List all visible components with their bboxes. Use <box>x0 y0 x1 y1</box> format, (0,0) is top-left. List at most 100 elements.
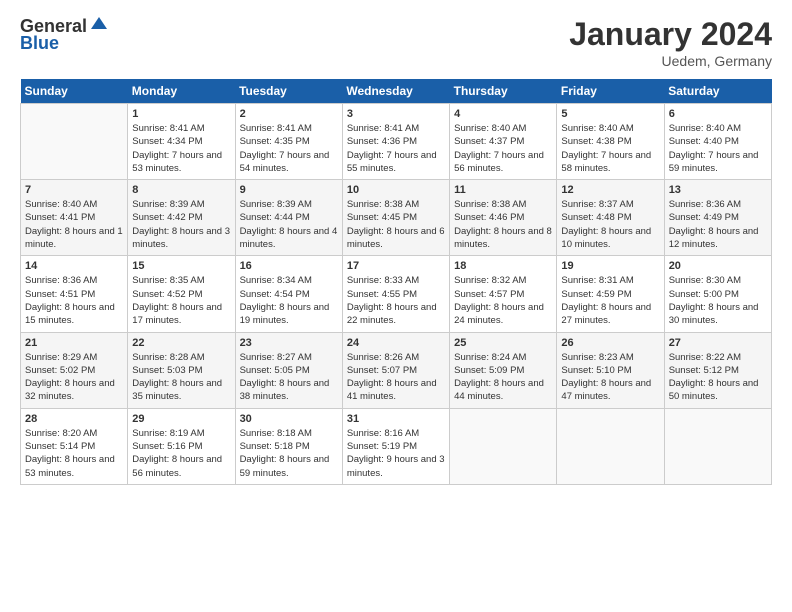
day-info: Sunrise: 8:38 AM Sunset: 4:46 PM Dayligh… <box>454 198 552 251</box>
day-info: Sunrise: 8:16 AM Sunset: 5:19 PM Dayligh… <box>347 427 445 480</box>
day-info: Sunrise: 8:31 AM Sunset: 4:59 PM Dayligh… <box>561 274 659 327</box>
day-cell: 26 Sunrise: 8:23 AM Sunset: 5:10 PM Dayli… <box>557 332 664 408</box>
day-cell: 11 Sunrise: 8:38 AM Sunset: 4:46 PM Dayli… <box>450 180 557 256</box>
day-info: Sunrise: 8:23 AM Sunset: 5:10 PM Dayligh… <box>561 351 659 404</box>
title-block: January 2024 Uedem, Germany <box>569 16 772 69</box>
day-cell: 3Sunrise: 8:41 AM Sunset: 4:36 PM Daylig… <box>342 104 449 180</box>
day-number: 15 <box>132 260 230 272</box>
col-friday: Friday <box>557 79 664 104</box>
day-info: Sunrise: 8:28 AM Sunset: 5:03 PM Dayligh… <box>132 351 230 404</box>
day-number: 18 <box>454 260 552 272</box>
day-number: 29 <box>132 413 230 425</box>
day-cell <box>557 408 664 484</box>
day-info: Sunrise: 8:41 AM Sunset: 4:34 PM Dayligh… <box>132 122 230 175</box>
month-title: January 2024 <box>569 16 772 53</box>
day-cell: 12 Sunrise: 8:37 AM Sunset: 4:48 PM Dayli… <box>557 180 664 256</box>
day-cell: 21 Sunrise: 8:29 AM Sunset: 5:02 PM Dayli… <box>21 332 128 408</box>
page-container: General Blue January 2024 Uedem, Germany… <box>0 0 792 497</box>
day-cell: 16 Sunrise: 8:34 AM Sunset: 4:54 PM Dayli… <box>235 256 342 332</box>
day-number: 19 <box>561 260 659 272</box>
day-cell: 10 Sunrise: 8:38 AM Sunset: 4:45 PM Dayli… <box>342 180 449 256</box>
day-cell: 15 Sunrise: 8:35 AM Sunset: 4:52 PM Dayli… <box>128 256 235 332</box>
day-info: Sunrise: 8:41 AM Sunset: 4:36 PM Dayligh… <box>347 122 445 175</box>
day-info: Sunrise: 8:40 AM Sunset: 4:37 PM Dayligh… <box>454 122 552 175</box>
day-info: Sunrise: 8:37 AM Sunset: 4:48 PM Dayligh… <box>561 198 659 251</box>
col-monday: Monday <box>128 79 235 104</box>
day-info: Sunrise: 8:32 AM Sunset: 4:57 PM Dayligh… <box>454 274 552 327</box>
col-sunday: Sunday <box>21 79 128 104</box>
day-cell: 5 Sunrise: 8:40 AM Sunset: 4:38 PM Daylig… <box>557 104 664 180</box>
day-number: 11 <box>454 184 552 196</box>
week-row-1: 1 Sunrise: 8:41 AM Sunset: 4:34 PM Daylig… <box>21 104 772 180</box>
day-number: 14 <box>25 260 123 272</box>
day-info: Sunrise: 8:38 AM Sunset: 4:45 PM Dayligh… <box>347 198 445 251</box>
day-cell: 27 Sunrise: 8:22 AM Sunset: 5:12 PM Dayli… <box>664 332 771 408</box>
col-thursday: Thursday <box>450 79 557 104</box>
day-number: 20 <box>669 260 767 272</box>
day-cell: 8Sunrise: 8:39 AM Sunset: 4:42 PM Daylig… <box>128 180 235 256</box>
day-info: Sunrise: 8:19 AM Sunset: 5:16 PM Dayligh… <box>132 427 230 480</box>
day-info: Sunrise: 8:36 AM Sunset: 4:51 PM Dayligh… <box>25 274 123 327</box>
day-number: 17 <box>347 260 445 272</box>
day-cell: 29 Sunrise: 8:19 AM Sunset: 5:16 PM Dayli… <box>128 408 235 484</box>
day-number: 30 <box>240 413 338 425</box>
day-cell: 6 Sunrise: 8:40 AM Sunset: 4:40 PM Daylig… <box>664 104 771 180</box>
day-number: 26 <box>561 337 659 349</box>
day-number: 28 <box>25 413 123 425</box>
day-info: Sunrise: 8:22 AM Sunset: 5:12 PM Dayligh… <box>669 351 767 404</box>
day-info: Sunrise: 8:27 AM Sunset: 5:05 PM Dayligh… <box>240 351 338 404</box>
day-info: Sunrise: 8:35 AM Sunset: 4:52 PM Dayligh… <box>132 274 230 327</box>
location-title: Uedem, Germany <box>569 53 772 69</box>
day-cell: 9 Sunrise: 8:39 AM Sunset: 4:44 PM Daylig… <box>235 180 342 256</box>
day-info: Sunrise: 8:34 AM Sunset: 4:54 PM Dayligh… <box>240 274 338 327</box>
day-info: Sunrise: 8:20 AM Sunset: 5:14 PM Dayligh… <box>25 427 123 480</box>
logo-triangle-icon <box>91 15 107 36</box>
day-number: 7 <box>25 184 123 196</box>
day-info: Sunrise: 8:26 AM Sunset: 5:07 PM Dayligh… <box>347 351 445 404</box>
day-number: 5 <box>561 108 659 120</box>
day-info: Sunrise: 8:30 AM Sunset: 5:00 PM Dayligh… <box>669 274 767 327</box>
day-cell: 20 Sunrise: 8:30 AM Sunset: 5:00 PM Dayli… <box>664 256 771 332</box>
day-cell <box>664 408 771 484</box>
day-number: 27 <box>669 337 767 349</box>
day-number: 4 <box>454 108 552 120</box>
day-number: 12 <box>561 184 659 196</box>
logo-blue-text: Blue <box>20 33 59 54</box>
day-cell: 30 Sunrise: 8:18 AM Sunset: 5:18 PM Dayli… <box>235 408 342 484</box>
day-cell: 28 Sunrise: 8:20 AM Sunset: 5:14 PM Dayli… <box>21 408 128 484</box>
day-info: Sunrise: 8:40 AM Sunset: 4:40 PM Dayligh… <box>669 122 767 175</box>
day-info: Sunrise: 8:36 AM Sunset: 4:49 PM Dayligh… <box>669 198 767 251</box>
col-wednesday: Wednesday <box>342 79 449 104</box>
day-number: 9 <box>240 184 338 196</box>
day-number: 16 <box>240 260 338 272</box>
week-row-5: 28 Sunrise: 8:20 AM Sunset: 5:14 PM Dayli… <box>21 408 772 484</box>
day-number: 21 <box>25 337 123 349</box>
day-info: Sunrise: 8:24 AM Sunset: 5:09 PM Dayligh… <box>454 351 552 404</box>
day-info: Sunrise: 8:33 AM Sunset: 4:55 PM Dayligh… <box>347 274 445 327</box>
day-number: 23 <box>240 337 338 349</box>
day-cell: 19 Sunrise: 8:31 AM Sunset: 4:59 PM Dayli… <box>557 256 664 332</box>
day-number: 24 <box>347 337 445 349</box>
day-info: Sunrise: 8:39 AM Sunset: 4:42 PM Dayligh… <box>132 198 230 251</box>
week-row-3: 14 Sunrise: 8:36 AM Sunset: 4:51 PM Dayli… <box>21 256 772 332</box>
day-cell: 13Sunrise: 8:36 AM Sunset: 4:49 PM Dayli… <box>664 180 771 256</box>
day-info: Sunrise: 8:40 AM Sunset: 4:38 PM Dayligh… <box>561 122 659 175</box>
week-row-4: 21 Sunrise: 8:29 AM Sunset: 5:02 PM Dayli… <box>21 332 772 408</box>
day-number: 25 <box>454 337 552 349</box>
day-info: Sunrise: 8:29 AM Sunset: 5:02 PM Dayligh… <box>25 351 123 404</box>
column-header-row: Sunday Monday Tuesday Wednesday Thursday… <box>21 79 772 104</box>
day-number: 2 <box>240 108 338 120</box>
day-number: 1 <box>132 108 230 120</box>
col-saturday: Saturday <box>664 79 771 104</box>
day-info: Sunrise: 8:41 AM Sunset: 4:35 PM Dayligh… <box>240 122 338 175</box>
day-cell: 23 Sunrise: 8:27 AM Sunset: 5:05 PM Dayli… <box>235 332 342 408</box>
day-number: 22 <box>132 337 230 349</box>
day-info: Sunrise: 8:18 AM Sunset: 5:18 PM Dayligh… <box>240 427 338 480</box>
calendar-table: Sunday Monday Tuesday Wednesday Thursday… <box>20 79 772 485</box>
day-cell <box>21 104 128 180</box>
day-info: Sunrise: 8:39 AM Sunset: 4:44 PM Dayligh… <box>240 198 338 251</box>
day-number: 10 <box>347 184 445 196</box>
day-cell: 18 Sunrise: 8:32 AM Sunset: 4:57 PM Dayli… <box>450 256 557 332</box>
header-row: General Blue January 2024 Uedem, Germany <box>20 16 772 69</box>
day-number: 6 <box>669 108 767 120</box>
